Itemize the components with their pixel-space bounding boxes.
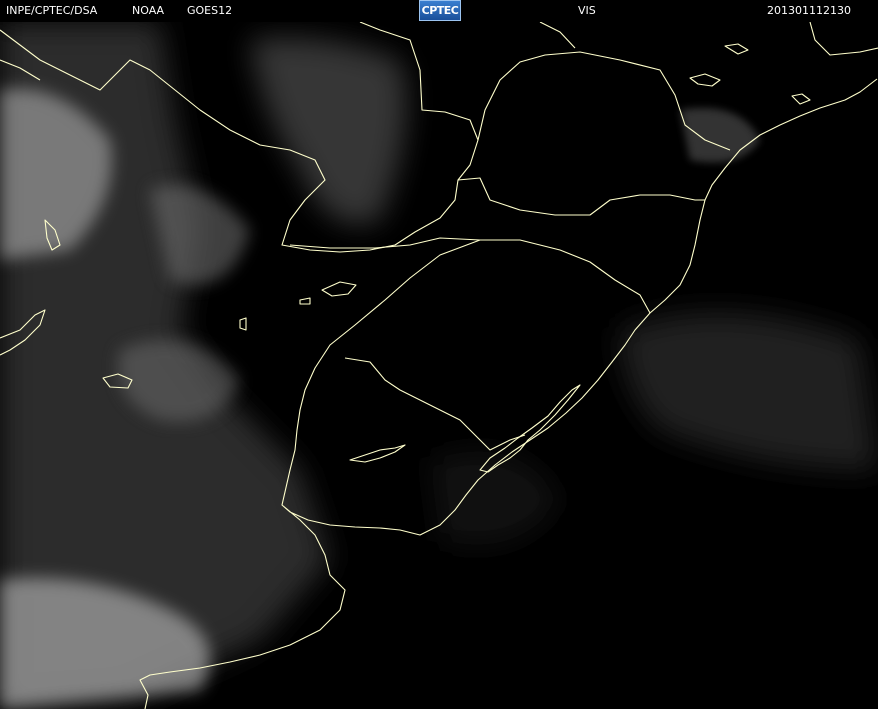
source-label: INPE/CPTEC/DSA [6, 4, 98, 17]
logo-text: CPTEC [421, 4, 459, 17]
cptec-logo: CPTEC [419, 0, 461, 21]
satellite-label: GOES12 [187, 4, 233, 17]
agency-label: NOAA [132, 4, 165, 17]
timestamp-label: 201301112130 [767, 4, 851, 17]
image-header: INPE/CPTEC/DSA NOAA GOES12 CPTEC VIS 201… [0, 0, 878, 22]
channel-label: VIS [578, 4, 596, 17]
satellite-map [0, 22, 878, 709]
